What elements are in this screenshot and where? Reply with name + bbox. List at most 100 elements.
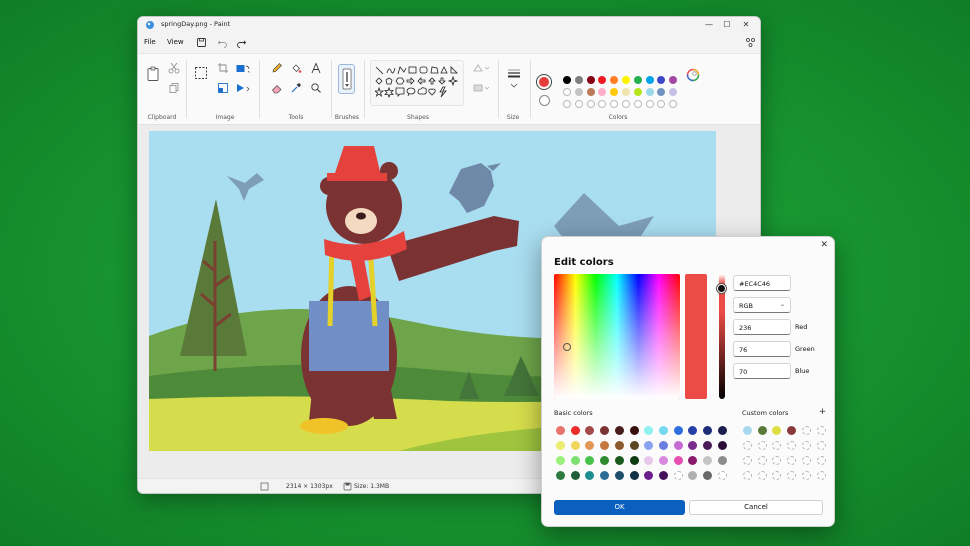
palette-empty-slot[interactable] bbox=[645, 100, 654, 108]
minimize-button[interactable]: — bbox=[701, 19, 717, 31]
basic-color-swatch[interactable] bbox=[703, 441, 712, 450]
basic-color-swatch[interactable] bbox=[717, 456, 727, 465]
palette-swatch[interactable] bbox=[633, 88, 642, 96]
palette-swatch[interactable] bbox=[645, 76, 654, 84]
palette-swatch[interactable] bbox=[657, 88, 666, 96]
basic-color-swatch[interactable] bbox=[600, 456, 610, 465]
edit-colors-icon[interactable] bbox=[686, 68, 700, 82]
custom-color-empty-slot[interactable] bbox=[757, 441, 767, 450]
custom-color-empty-slot[interactable] bbox=[772, 456, 782, 465]
select-icon[interactable] bbox=[194, 66, 208, 80]
basic-color-swatch[interactable] bbox=[717, 471, 727, 480]
basic-color-swatch[interactable] bbox=[644, 471, 654, 480]
add-custom-color-button[interactable]: + bbox=[817, 407, 828, 418]
basic-color-swatch[interactable] bbox=[688, 471, 698, 480]
basic-color-swatch[interactable] bbox=[629, 441, 639, 450]
basic-color-swatch[interactable] bbox=[600, 441, 610, 450]
custom-color-empty-slot[interactable] bbox=[743, 441, 752, 450]
basic-color-swatch[interactable] bbox=[688, 456, 698, 465]
palette-swatch[interactable] bbox=[669, 76, 678, 84]
palette-empty-slot[interactable] bbox=[598, 100, 607, 108]
custom-color-swatch[interactable] bbox=[772, 426, 782, 435]
custom-color-empty-slot[interactable] bbox=[787, 456, 797, 465]
palette-swatch[interactable] bbox=[574, 76, 583, 84]
basic-color-swatch[interactable] bbox=[556, 471, 565, 480]
palette-swatch[interactable] bbox=[622, 88, 630, 96]
flip-icon[interactable] bbox=[235, 82, 251, 94]
custom-color-empty-slot[interactable] bbox=[801, 426, 811, 435]
basic-color-swatch[interactable] bbox=[570, 471, 580, 480]
basic-color-swatch[interactable] bbox=[644, 456, 654, 465]
basic-color-swatch[interactable] bbox=[585, 441, 595, 450]
custom-color-swatch[interactable] bbox=[787, 426, 797, 435]
basic-color-swatch[interactable] bbox=[703, 471, 712, 480]
copy-icon[interactable] bbox=[168, 82, 180, 94]
custom-color-empty-slot[interactable] bbox=[743, 471, 752, 480]
close-button[interactable]: ✕ bbox=[738, 19, 754, 31]
basic-color-swatch[interactable] bbox=[556, 426, 565, 435]
basic-color-swatch[interactable] bbox=[614, 441, 624, 450]
basic-color-swatch[interactable] bbox=[658, 471, 668, 480]
custom-color-empty-slot[interactable] bbox=[757, 471, 767, 480]
basic-color-swatch[interactable] bbox=[703, 426, 712, 435]
paste-icon[interactable] bbox=[146, 66, 160, 82]
blue-input[interactable]: 70 bbox=[733, 363, 791, 379]
crop-icon[interactable] bbox=[217, 62, 229, 74]
palette-empty-slot[interactable] bbox=[622, 100, 630, 108]
color-spectrum[interactable] bbox=[554, 274, 680, 399]
palette-swatch[interactable] bbox=[610, 88, 619, 96]
basic-color-swatch[interactable] bbox=[556, 441, 565, 450]
eraser-icon[interactable] bbox=[271, 82, 283, 94]
palette-swatch[interactable] bbox=[633, 76, 642, 84]
custom-color-empty-slot[interactable] bbox=[816, 441, 826, 450]
magnifier-icon[interactable] bbox=[310, 82, 322, 94]
palette-empty-slot[interactable] bbox=[574, 100, 583, 108]
fill-style-icon[interactable] bbox=[472, 82, 490, 94]
fill-icon[interactable] bbox=[290, 62, 302, 74]
cut-icon[interactable] bbox=[168, 62, 180, 74]
menu-file[interactable]: File bbox=[144, 38, 156, 46]
basic-color-swatch[interactable] bbox=[673, 456, 683, 465]
basic-color-swatch[interactable] bbox=[585, 456, 595, 465]
palette-swatch[interactable] bbox=[586, 88, 595, 96]
basic-color-swatch[interactable] bbox=[570, 441, 580, 450]
color-mode-dropdown[interactable]: RGB ⌄ bbox=[733, 297, 791, 313]
basic-color-swatch[interactable] bbox=[644, 426, 654, 435]
basic-color-swatch[interactable] bbox=[673, 426, 683, 435]
resize-icon[interactable] bbox=[217, 82, 229, 94]
basic-color-swatch[interactable] bbox=[629, 426, 639, 435]
pencil-icon[interactable] bbox=[271, 62, 283, 74]
basic-color-swatch[interactable] bbox=[688, 426, 698, 435]
custom-color-empty-slot[interactable] bbox=[772, 441, 782, 450]
basic-color-swatch[interactable] bbox=[556, 456, 565, 465]
basic-color-swatch[interactable] bbox=[570, 426, 580, 435]
palette-swatch[interactable] bbox=[598, 76, 607, 84]
custom-color-empty-slot[interactable] bbox=[787, 471, 797, 480]
share-icon[interactable] bbox=[745, 37, 756, 48]
basic-color-swatch[interactable] bbox=[629, 456, 639, 465]
basic-color-swatch[interactable] bbox=[570, 456, 580, 465]
maximize-button[interactable]: ☐ bbox=[719, 19, 735, 31]
palette-swatch[interactable] bbox=[645, 88, 654, 96]
brushes-button[interactable] bbox=[338, 64, 355, 94]
rotate-icon[interactable] bbox=[235, 62, 251, 74]
palette-swatch[interactable] bbox=[586, 76, 595, 84]
custom-color-empty-slot[interactable] bbox=[757, 456, 767, 465]
basic-color-swatch[interactable] bbox=[600, 426, 610, 435]
palette-empty-slot[interactable] bbox=[610, 100, 619, 108]
undo-icon[interactable] bbox=[217, 37, 228, 48]
primary-color-selector[interactable] bbox=[536, 74, 552, 90]
palette-swatch[interactable] bbox=[669, 88, 678, 96]
basic-color-swatch[interactable] bbox=[658, 426, 668, 435]
basic-color-swatch[interactable] bbox=[658, 456, 668, 465]
palette-empty-slot[interactable] bbox=[657, 100, 666, 108]
cancel-button[interactable]: Cancel bbox=[689, 500, 823, 515]
palette-swatch[interactable] bbox=[657, 76, 666, 84]
hex-input[interactable]: #EC4C46 bbox=[733, 275, 791, 291]
redo-icon[interactable] bbox=[236, 37, 247, 48]
basic-color-swatch[interactable] bbox=[629, 471, 639, 480]
palette-swatch[interactable] bbox=[598, 88, 607, 96]
basic-color-swatch[interactable] bbox=[658, 441, 668, 450]
palette-empty-slot[interactable] bbox=[563, 100, 571, 108]
basic-color-swatch[interactable] bbox=[614, 456, 624, 465]
